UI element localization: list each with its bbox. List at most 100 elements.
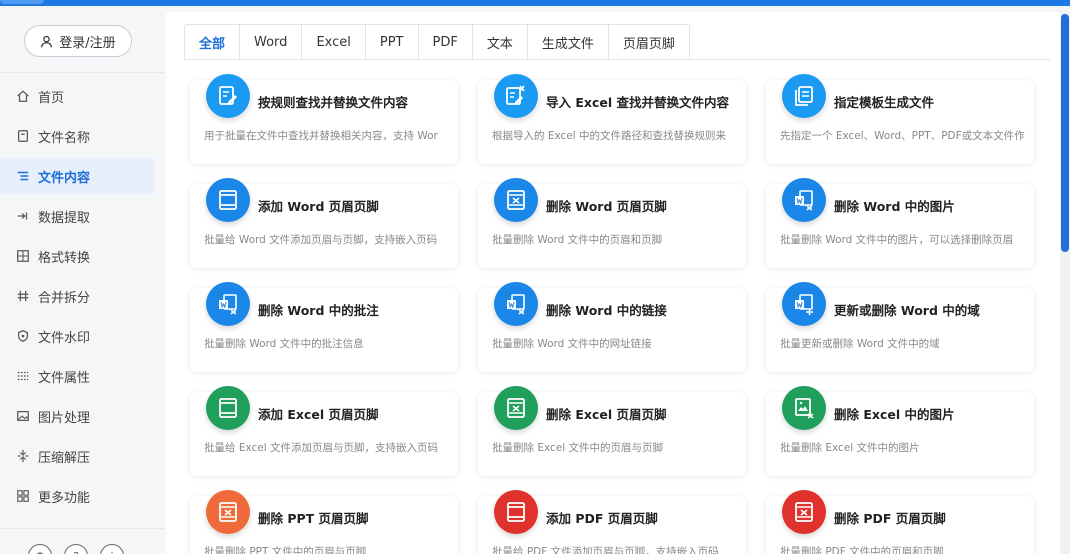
- sidebar-item[interactable]: 文件水印: [0, 318, 164, 354]
- image-icon: [16, 409, 30, 423]
- word-delete-image-icon: [782, 178, 826, 222]
- tool-card[interactable]: 删除 Word 页眉页脚批量删除 Word 文件中的页眉和页脚: [478, 178, 746, 268]
- tab[interactable]: Word: [240, 24, 303, 60]
- tool-card[interactable]: 删除 Word 中的链接 批量删除 Word 文件中的网址链接: [478, 282, 746, 372]
- word-delete-link-icon: [494, 282, 538, 326]
- delete-header-icon: [782, 490, 826, 534]
- tool-card[interactable]: 删除 PDF 页眉页脚 批量删除 PDF 文件中的页眉和页脚: [766, 490, 1034, 554]
- sidebar-item[interactable]: 格式转换: [0, 238, 164, 274]
- tool-card-description: 批量给 Word 文件添加页眉与页脚，支持嵌入页码: [204, 234, 438, 246]
- tab[interactable]: PDF: [418, 24, 473, 60]
- file-icon: [16, 129, 30, 143]
- tool-card-title: 删除 Word 页眉页脚: [546, 199, 667, 214]
- grid-icon: [16, 249, 30, 263]
- tool-card-description: 批量给 Excel 文件添加页眉与页脚，支持嵌入页码: [204, 442, 438, 454]
- tool-card[interactable]: 按规则查找并替换文件内容用于批量在文件中查找并替换相关内容，支持 Wor: [190, 74, 458, 164]
- lines-icon: [16, 369, 30, 383]
- tool-card[interactable]: 删除 Excel 中的图片批量删除 Excel 文件中的图片: [766, 386, 1034, 476]
- tool-card-title: 导入 Excel 查找并替换文件内容: [546, 95, 729, 110]
- sidebar-item-label: 更多功能: [38, 490, 91, 506]
- tool-card[interactable]: 删除 Excel 页眉页脚批量删除 Excel 文件中的页眉与页脚: [478, 386, 746, 476]
- word-field-icon: [782, 282, 826, 326]
- scrollbar[interactable]: [1060, 12, 1070, 554]
- excel-edit-icon: [494, 74, 538, 118]
- tool-card-description: 批量删除 Word 文件中的批注信息: [204, 338, 364, 350]
- sidebar-item-label: 文件水印: [38, 330, 91, 346]
- tool-card-title: 删除 Word 中的批注: [258, 303, 379, 318]
- excel-delete-image-icon: [782, 386, 826, 430]
- delete-header-icon: [494, 178, 538, 222]
- tool-card[interactable]: 导入 Excel 查找并替换文件内容根据导入的 Excel 中的文件路径和查找替…: [478, 74, 746, 164]
- delete-header-icon: [494, 386, 538, 430]
- tool-card-description: 根据导入的 Excel 中的文件路径和查找替换规则来: [492, 130, 726, 142]
- settings-icon[interactable]: ⚙: [28, 544, 52, 554]
- list-icon: [16, 169, 30, 183]
- tool-card-title: 指定模板生成文件: [834, 95, 935, 110]
- sidebar-item[interactable]: 文件内容: [0, 158, 154, 194]
- help-icon[interactable]: ?: [64, 544, 88, 554]
- tool-card-title: 删除 PPT 页眉页脚: [258, 511, 369, 526]
- header-footer-icon: [206, 178, 250, 222]
- sidebar-item[interactable]: 合并拆分: [0, 278, 164, 314]
- tool-card[interactable]: 添加 Excel 页眉页脚批量给 Excel 文件添加页眉与页脚，支持嵌入页码: [190, 386, 458, 476]
- sidebar-item-label: 文件属性: [38, 370, 91, 386]
- tool-card[interactable]: 指定模板生成文件 先指定一个 Excel、Word、PPT、PDF或文本文件作: [766, 74, 1034, 164]
- user-icon: [41, 35, 53, 47]
- extract-icon: [16, 209, 30, 223]
- tool-card-description: 批量删除 PPT 文件中的页眉与页脚: [204, 546, 367, 554]
- sidebar-item-label: 图片处理: [38, 410, 91, 426]
- tool-card-description: 批量删除 Word 文件中的页眉和页脚: [492, 234, 663, 246]
- tool-card[interactable]: 更新或删除 Word 中的域 批量更新或删除 Word 文件中的域: [766, 282, 1034, 372]
- tab[interactable]: Excel: [302, 24, 366, 60]
- shield-icon: [16, 329, 30, 343]
- tab[interactable]: 文本: [472, 24, 528, 60]
- sidebar-item-label: 压缩解压: [38, 450, 91, 466]
- sidebar-item[interactable]: 首页: [0, 78, 164, 114]
- sidebar-divider: [0, 72, 164, 73]
- template-icon: [782, 74, 826, 118]
- tab[interactable]: 全部: [184, 24, 241, 60]
- main-panel: 全部 Word Excel PPT PDF 文本 生成文件 页眉页脚 按规则查找并替换文件内容…: [166, 12, 1062, 554]
- tool-card[interactable]: 删除 Word 中的图片批量删除 Word 文件中的图片，可以选择删除页眉: [766, 178, 1034, 268]
- tool-card-title: 添加 PDF 页眉页脚: [546, 511, 658, 526]
- tool-card[interactable]: 添加 Word 页眉页脚 批量给 Word 文件添加页眉与页脚，支持嵌入页码: [190, 178, 458, 268]
- home-icon: [16, 89, 30, 103]
- sidebar-item[interactable]: 压缩解压: [0, 438, 164, 474]
- tool-card-title: 删除 Word 中的链接: [546, 303, 667, 318]
- tool-card-description: 批量删除 Word 文件中的图片，可以选择删除页眉: [780, 234, 1014, 246]
- tool-card[interactable]: 添加 PDF 页眉页脚 批量给 PDF 文件添加页眉与页脚，支持嵌入页码: [478, 490, 746, 554]
- tool-card-description: 批量删除 Excel 文件中的图片: [780, 442, 920, 454]
- delete-header-icon: [206, 490, 250, 534]
- sidebar-item-label: 合并拆分: [38, 290, 91, 306]
- sidebar-item[interactable]: 文件属性: [0, 358, 164, 394]
- tool-card-description: 批量删除 PDF 文件中的页眉和页脚: [780, 546, 944, 554]
- tool-card[interactable]: 删除 Word 中的批注批量删除 Word 文件中的批注信息: [190, 282, 458, 372]
- tool-card[interactable]: 删除 PPT 页眉页脚批量删除 PPT 文件中的页眉与页脚: [190, 490, 458, 554]
- compress-icon: [16, 449, 30, 463]
- tool-card-title: 按规则查找并替换文件内容: [258, 95, 409, 110]
- tab[interactable]: PPT: [365, 24, 419, 60]
- info-icon[interactable]: i: [100, 544, 124, 554]
- sidebar-footer-icons: ⚙ ? i: [28, 544, 124, 554]
- tabs-underline: [184, 59, 1050, 60]
- tool-card-title: 删除 Excel 中的图片: [834, 407, 955, 422]
- tab[interactable]: 页眉页脚: [608, 24, 690, 60]
- tool-card-description: 批量删除 Excel 文件中的页眉与页脚: [492, 442, 663, 454]
- sidebar-item[interactable]: 数据提取: [0, 198, 164, 234]
- tool-card-description: 用于批量在文件中查找并替换相关内容，支持 Wor: [204, 130, 438, 142]
- login-label: 登录/注册: [59, 35, 116, 51]
- sidebar-item-label: 文件内容: [38, 170, 91, 186]
- tool-card-title: 删除 Word 中的图片: [834, 199, 955, 214]
- sidebar-item[interactable]: 文件名称: [0, 118, 164, 154]
- sidebar-item[interactable]: 更多功能: [0, 478, 164, 514]
- scrollbar-thumb[interactable]: [1061, 14, 1069, 252]
- tool-card-title: 添加 Excel 页眉页脚: [258, 407, 379, 422]
- word-delete-comment-icon: [206, 282, 250, 326]
- sidebar-item[interactable]: 图片处理: [0, 398, 164, 434]
- tool-card-description: 批量更新或删除 Word 文件中的域: [780, 338, 940, 350]
- tool-card-title: 删除 Excel 页眉页脚: [546, 407, 667, 422]
- header-footer-icon: [494, 490, 538, 534]
- login-button[interactable]: 登录/注册: [24, 25, 132, 57]
- more-icon: [16, 489, 30, 503]
- tab[interactable]: 生成文件: [527, 24, 609, 60]
